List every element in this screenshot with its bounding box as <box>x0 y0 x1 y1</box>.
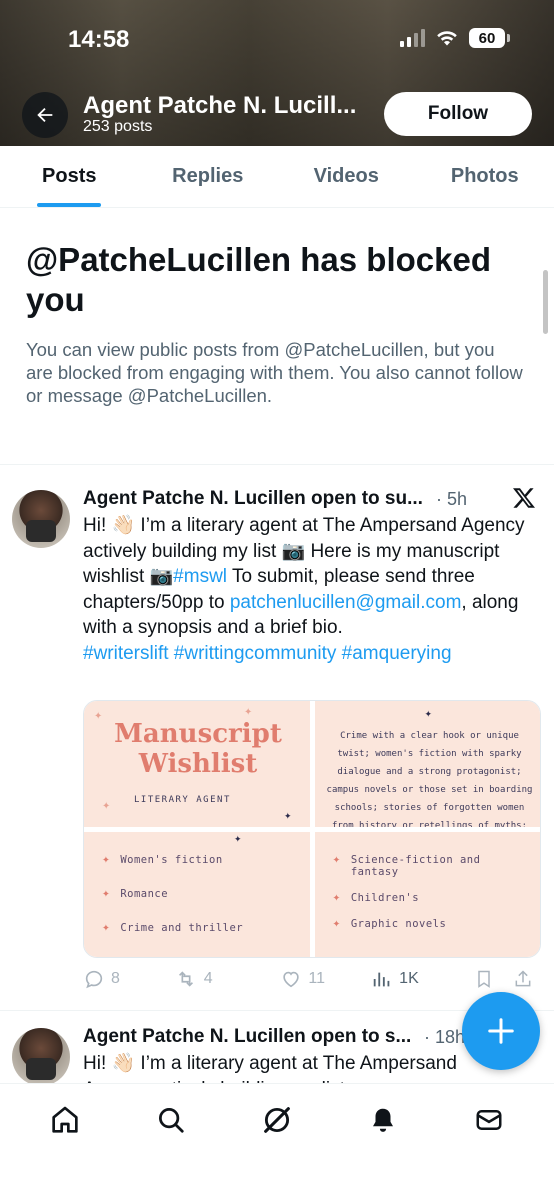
wifi-icon <box>437 31 457 46</box>
post-avatar[interactable] <box>12 1028 70 1083</box>
battery-level: 60 <box>469 28 505 48</box>
post-text: Hi! 👋🏻 I’m a literary agent at The Amper… <box>83 513 538 666</box>
post-time: · 5h <box>436 489 468 509</box>
post-author[interactable]: Agent Patche N. Lucillen open to s... <box>83 1026 423 1048</box>
nav-home[interactable] <box>39 1100 91 1140</box>
battery-icon: 60 <box>469 28 510 48</box>
scrollbar[interactable] <box>543 270 548 334</box>
profile-tabs: Posts Replies Videos Photos <box>0 146 554 208</box>
home-icon <box>52 1106 78 1133</box>
nav-notifications[interactable] <box>357 1100 409 1140</box>
nav-messages[interactable] <box>463 1100 515 1140</box>
grok-icon <box>264 1107 290 1133</box>
notifications-bell-icon <box>373 1108 393 1132</box>
post-text: Hi! 👋🏻 I’m a literary agent at The Amper… <box>83 1053 457 1083</box>
repost-count: 4 <box>203 970 213 987</box>
genre-item: ✦ Romance <box>102 885 169 901</box>
genre-item: ✦ Graphic novels <box>332 915 447 931</box>
status-time: 14:58 <box>68 26 130 53</box>
sparkle-icon: ✦ <box>424 709 433 719</box>
blocked-message: You can view public posts from @PatcheLu… <box>26 339 523 406</box>
bookmark-button[interactable] <box>474 968 504 990</box>
email-link[interactable]: patchenlucillen@gmail.com <box>230 592 462 613</box>
sparkle-icon: ✦ <box>284 811 292 821</box>
share-icon <box>515 970 531 987</box>
wishlist-description: Crime with a clear hook or unique twist;… <box>326 731 533 827</box>
media-tile-genres-left[interactable]: ✦ ✦ Women's fiction ✦ Romance ✦ Crime and t… <box>84 831 310 957</box>
status-icons: 60 <box>400 28 510 48</box>
bottom-navigation <box>0 1083 554 1200</box>
wishlist-title-line2: Wishlist <box>138 749 258 779</box>
views-button[interactable]: 1K <box>371 968 474 990</box>
wishlist-subtitle: LITERARY AGENT <box>134 795 231 805</box>
genre-item: ✦ Women's fiction <box>102 851 223 867</box>
profile-name: Agent Patche N. Lucill... <box>83 92 357 119</box>
tab-replies[interactable]: Replies <box>139 146 278 207</box>
reply-count: 8 <box>111 970 120 987</box>
post-avatar[interactable] <box>12 490 70 548</box>
post-media-grid[interactable]: ✦ ✦ ✦ ✦ Manuscript Wishlist LITERARY AGE… <box>83 700 541 958</box>
sparkle-icon: ✦ <box>102 801 111 812</box>
bookmark-icon <box>478 970 490 988</box>
blocked-notice: @PatcheLucillen has blocked you You can … <box>26 240 526 407</box>
follow-button[interactable]: Follow <box>384 92 532 136</box>
arrow-left-icon <box>37 107 53 123</box>
repost-button[interactable]: 4 <box>174 968 281 990</box>
genre-list-right: ✦ Science-fiction and fantasy ✦ Children's… <box>332 851 491 944</box>
repost-icon <box>178 971 193 987</box>
sparkle-icon: ✦ <box>234 833 242 844</box>
blocked-title: @PatcheLucillen has blocked you <box>26 241 491 318</box>
back-button[interactable] <box>22 92 68 138</box>
share-button[interactable] <box>513 968 543 990</box>
tab-photos[interactable]: Photos <box>416 146 554 207</box>
compose-post-button[interactable] <box>462 992 540 1070</box>
genre-list-left: ✦ Women's fiction ✦ Romance ✦ Crime and thr… <box>102 851 244 956</box>
x-logo-icon <box>513 488 535 508</box>
post-author[interactable]: Agent Patche N. Lucillen open to su... <box>83 488 433 510</box>
media-tile-title[interactable]: ✦ ✦ ✦ ✦ Manuscript Wishlist LITERARY AGE… <box>84 701 310 827</box>
cellular-signal-icon <box>400 29 425 47</box>
nav-grok[interactable] <box>251 1100 303 1140</box>
genre-item: ✦ Children's <box>332 889 420 905</box>
wishlist-title-line1: Manuscript <box>114 719 282 749</box>
hashtag-link[interactable]: #mswl <box>173 566 227 587</box>
like-button[interactable]: 11 <box>280 968 371 990</box>
divider <box>0 464 554 465</box>
search-icon <box>159 1108 184 1133</box>
wishlist-title: Manuscript Wishlist <box>98 719 298 779</box>
posts-count: 253 posts <box>83 118 153 135</box>
heart-icon <box>283 971 300 988</box>
messages-envelope-icon <box>476 1110 502 1130</box>
views-bar-chart-icon <box>373 972 390 987</box>
reply-icon <box>85 970 103 989</box>
sparkle-icon: ✦ <box>244 707 253 718</box>
tab-posts[interactable]: Posts <box>0 146 139 207</box>
media-tile-genres-right[interactable]: ✦ Science-fiction and fantasy ✦ Children's… <box>314 831 540 957</box>
plus-icon <box>488 1018 514 1044</box>
nav-search[interactable] <box>145 1100 197 1140</box>
tab-videos[interactable]: Videos <box>277 146 416 207</box>
genre-item: ✦ Science-fiction and fantasy <box>332 851 481 878</box>
media-tile-description[interactable]: ✦ Crime with a clear hook or unique twis… <box>314 701 540 827</box>
post-time: · 18h <box>424 1027 466 1047</box>
hashtags-link[interactable]: #writerslift #writtingcommunity #amquery… <box>83 643 452 664</box>
genre-item: ✦ Crime and thriller <box>102 919 244 935</box>
like-count: 11 <box>308 970 325 987</box>
post-actions: 8 4 11 1K <box>83 968 543 990</box>
reply-button[interactable]: 8 <box>83 968 174 990</box>
views-count: 1K <box>399 970 419 987</box>
